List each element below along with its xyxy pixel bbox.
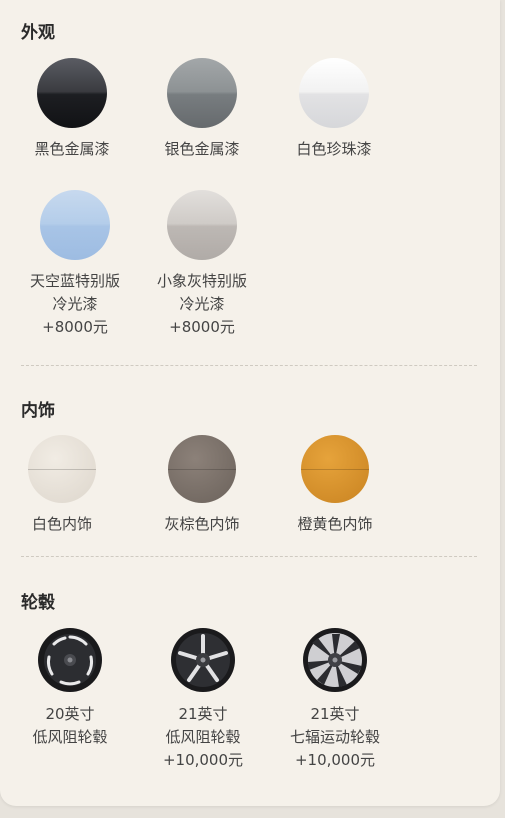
paint-option-elephant-grey[interactable]: 小象灰特别版 冷光漆 +8000元 (137, 190, 267, 339)
option-price: +8000元 (169, 318, 235, 336)
orange-interior-swatch (301, 435, 369, 503)
interior-option-grey-brown[interactable]: 灰棕色内饰 (137, 435, 267, 536)
option-label: 银色金属漆 (164, 140, 240, 158)
option-label: 橙黄色内饰 (297, 515, 373, 533)
paint-option-black-metallic[interactable]: 黑色金属漆 (7, 58, 137, 161)
wheel-option-21in-aero[interactable]: 21英寸 低风阻轮毂 +10,000元 (138, 627, 268, 772)
white-pearl-swatch (299, 58, 369, 128)
paint-option-silver-metallic[interactable]: 银色金属漆 (137, 58, 267, 161)
interior-section-title: 内饰 (21, 401, 55, 421)
option-label: 白色珍珠漆 (296, 140, 372, 158)
option-price: +10,000元 (294, 751, 376, 769)
wheel-option-20in-aero[interactable]: 20英寸 低风阻轮毂 (5, 627, 135, 749)
grey-brown-interior-swatch (168, 435, 236, 503)
section-divider (21, 556, 477, 557)
option-label: 黑色金属漆 (34, 140, 110, 158)
options-card: 外观 黑色金属漆 银色金属漆 白色珍珠漆 天空蓝特别版 冷光漆 +8000元 小… (0, 0, 500, 806)
option-price: +10,000元 (162, 751, 244, 769)
interior-option-orange[interactable]: 橙黄色内饰 (270, 435, 400, 536)
exterior-section-title: 外观 (21, 23, 55, 43)
wheel-20in-aero-image (37, 627, 103, 693)
interior-option-white[interactable]: 白色内饰 (0, 435, 127, 536)
elephant-grey-swatch (167, 190, 237, 260)
paint-option-sky-blue[interactable]: 天空蓝特别版 冷光漆 +8000元 (10, 190, 140, 339)
option-sublabel: 冷光漆 (52, 295, 98, 313)
option-label: 20英寸 (45, 705, 95, 723)
option-label: 灰棕色内饰 (164, 515, 240, 533)
wheels-section-title: 轮毂 (21, 593, 55, 613)
option-label: 小象灰特别版 (156, 272, 247, 290)
option-label: 天空蓝特别版 (29, 272, 120, 290)
option-sublabel: 低风阻轮毂 (32, 728, 108, 746)
option-sublabel: 七辐运动轮毂 (289, 728, 380, 746)
silver-metallic-swatch (167, 58, 237, 128)
wheel-21in-aero-image (170, 627, 236, 693)
wheel-21in-sport-image (302, 627, 368, 693)
black-metallic-swatch (37, 58, 107, 128)
option-price: +8000元 (42, 318, 108, 336)
paint-option-white-pearl[interactable]: 白色珍珠漆 (269, 58, 399, 161)
option-label: 白色内饰 (31, 515, 92, 533)
section-divider (21, 365, 477, 366)
option-label: 21英寸 (178, 705, 228, 723)
sky-blue-swatch (40, 190, 110, 260)
option-label: 21英寸 (310, 705, 360, 723)
option-sublabel: 冷光漆 (179, 295, 225, 313)
wheel-option-21in-sport[interactable]: 21英寸 七辐运动轮毂 +10,000元 (270, 627, 400, 772)
option-sublabel: 低风阻轮毂 (165, 728, 241, 746)
white-interior-swatch (28, 435, 96, 503)
